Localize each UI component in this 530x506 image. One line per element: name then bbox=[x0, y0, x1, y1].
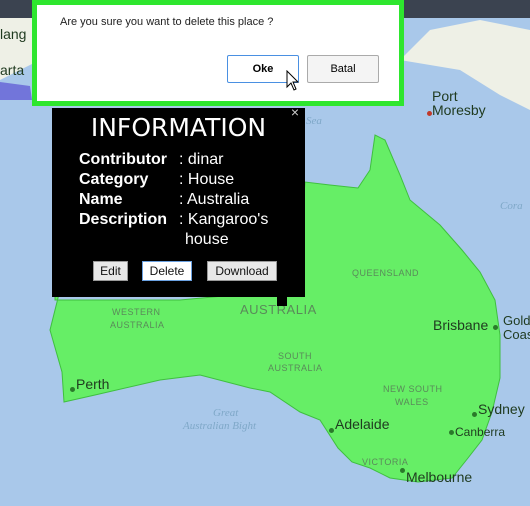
field-key: Contributor bbox=[79, 151, 167, 168]
region-label: VICTORIA bbox=[362, 457, 409, 467]
cancel-button[interactable]: Batal bbox=[307, 55, 379, 83]
delete-button[interactable]: Delete bbox=[142, 261, 192, 281]
sea-label: Sea bbox=[306, 115, 322, 127]
field-key: Name bbox=[79, 191, 123, 208]
city-marker bbox=[427, 111, 432, 116]
field-key: Category bbox=[79, 171, 149, 188]
city-label: Adelaide bbox=[335, 416, 390, 432]
city-label: Coas bbox=[503, 327, 530, 342]
dialog-message: Are you sure you want to delete this pla… bbox=[60, 16, 274, 28]
region-label: AUSTRALIA bbox=[110, 320, 165, 330]
field-value: : dinar bbox=[179, 151, 224, 168]
city-marker bbox=[493, 325, 498, 330]
field-value: : Australia bbox=[179, 191, 250, 208]
city-marker bbox=[329, 428, 334, 433]
sea-label: Great bbox=[213, 407, 239, 419]
region-label: WESTERN bbox=[112, 307, 161, 317]
city-marker bbox=[449, 430, 454, 435]
city-label: Canberra bbox=[455, 425, 506, 439]
city-label: lang bbox=[0, 26, 27, 42]
city-label: Melbourne bbox=[406, 469, 473, 485]
edit-button[interactable]: Edit bbox=[93, 261, 128, 281]
region-label: QUEENSLAND bbox=[352, 268, 420, 278]
region-label: SOUTH bbox=[278, 351, 312, 361]
popup-pointer bbox=[277, 296, 287, 306]
field-value: house bbox=[185, 231, 229, 248]
region-label: WALES bbox=[395, 397, 429, 407]
city-label: Sydney bbox=[478, 401, 525, 417]
sea-label: Cora bbox=[500, 200, 523, 212]
city-marker bbox=[70, 387, 75, 392]
city-label: Perth bbox=[76, 376, 110, 392]
region-label: NEW SOUTH bbox=[383, 384, 443, 394]
city-label: Gold bbox=[503, 313, 530, 328]
download-button[interactable]: Download bbox=[207, 261, 277, 281]
region-label: AUSTRALIA bbox=[268, 363, 323, 373]
city-marker bbox=[472, 412, 477, 417]
field-value: : House bbox=[179, 171, 235, 188]
popup-title: INFORMATION bbox=[90, 113, 267, 142]
sea-label: Australian Bight bbox=[183, 420, 257, 432]
mouse-cursor-icon bbox=[286, 70, 300, 91]
city-label: Brisbane bbox=[433, 317, 489, 333]
city-marker bbox=[400, 468, 405, 473]
info-popup: × INFORMATION Contributor : dinar Catego… bbox=[52, 104, 305, 306]
confirm-dialog: Are you sure you want to delete this pla… bbox=[32, 0, 404, 106]
field-value: : Kangaroo's bbox=[179, 211, 269, 228]
field-key: Description bbox=[79, 211, 168, 228]
city-label: Moresby bbox=[432, 102, 486, 118]
city-label: arta bbox=[0, 62, 25, 78]
